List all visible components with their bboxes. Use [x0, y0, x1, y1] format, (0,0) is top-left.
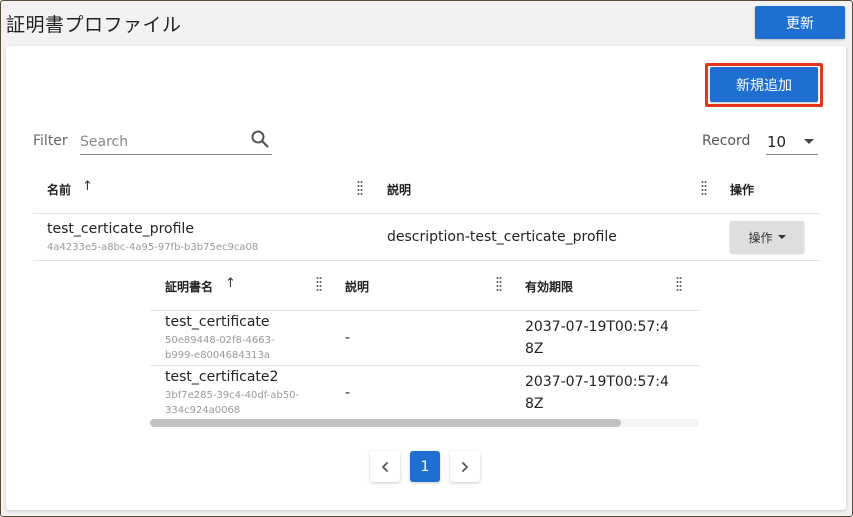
content-card: [6, 46, 846, 510]
divider: [150, 310, 699, 311]
record-value: 10: [767, 133, 787, 151]
actions-label: 操作: [748, 230, 773, 245]
caret-down-icon: [777, 235, 786, 239]
actions-dropdown-button[interactable]: 操作: [730, 221, 804, 253]
profile-id: 4a4233e5-a8bc-4a95-97fb-b3b75ec9ca08: [47, 242, 259, 253]
pagination-next-button[interactable]: [450, 451, 480, 482]
add-new-button[interactable]: 新規追加: [710, 67, 818, 102]
certificate-id-line2: 334c924a0068: [165, 405, 241, 416]
column-header-description[interactable]: 説明: [387, 181, 411, 198]
certificate-id-line2: b999-e8004684313a: [165, 350, 270, 361]
certificate-name[interactable]: test_certificate: [165, 314, 270, 330]
subtable-header-expiry[interactable]: 有効期限: [525, 278, 573, 295]
column-header-actions: 操作: [730, 183, 755, 197]
certificate-expiry-line2: 8Z: [525, 341, 544, 357]
chevron-left-icon: [382, 461, 388, 472]
certificate-name[interactable]: test_certificate2: [165, 369, 278, 385]
certificate-id-line1: 3bf7e285-39c4-40df-ab50-: [165, 390, 300, 401]
subtable-header-description[interactable]: 説明: [345, 278, 369, 295]
certificate-description: -: [345, 330, 351, 346]
subtable-header-cert-name[interactable]: 証明書名: [165, 278, 213, 295]
search-input[interactable]: [80, 132, 245, 152]
profile-description: description-test_certicate_profile: [387, 229, 617, 245]
horizontal-scrollbar-thumb[interactable]: [150, 419, 621, 427]
column-resize-handle-icon[interactable]: [357, 180, 363, 196]
record-label: Record: [702, 133, 751, 149]
chevron-right-icon: [462, 461, 468, 472]
sort-ascending-icon[interactable]: ↑: [82, 179, 93, 194]
certificate-expiry-line1: 2037-07-19T00:57:4: [525, 374, 669, 390]
column-resize-handle-icon[interactable]: [316, 276, 322, 292]
certificate-id-line1: 50e89448-02f8-4663-: [165, 335, 275, 346]
divider: [33, 213, 819, 214]
certificate-description: -: [345, 385, 351, 401]
column-header-name[interactable]: 名前: [47, 181, 71, 198]
record-select[interactable]: 10: [766, 128, 818, 155]
divider: [33, 260, 819, 261]
filter-label: Filter: [33, 133, 68, 149]
pagination-page-1[interactable]: 1: [410, 451, 440, 482]
pagination-prev-button[interactable]: [370, 451, 400, 482]
search-icon[interactable]: [250, 129, 270, 149]
profile-name[interactable]: test_certicate_profile: [47, 221, 194, 237]
refresh-button[interactable]: 更新: [755, 6, 845, 39]
column-resize-handle-icon[interactable]: [701, 180, 707, 196]
search-field: [80, 127, 272, 155]
certificate-expiry-line2: 8Z: [525, 396, 544, 412]
divider: [150, 365, 699, 366]
caret-down-icon: [804, 139, 814, 144]
certificate-expiry-line1: 2037-07-19T00:57:4: [525, 319, 669, 335]
sort-ascending-icon[interactable]: ↑: [225, 276, 236, 291]
column-resize-handle-icon[interactable]: [496, 276, 502, 292]
page-title: 証明書プロファイル: [6, 14, 182, 36]
column-resize-handle-icon[interactable]: [676, 276, 682, 292]
